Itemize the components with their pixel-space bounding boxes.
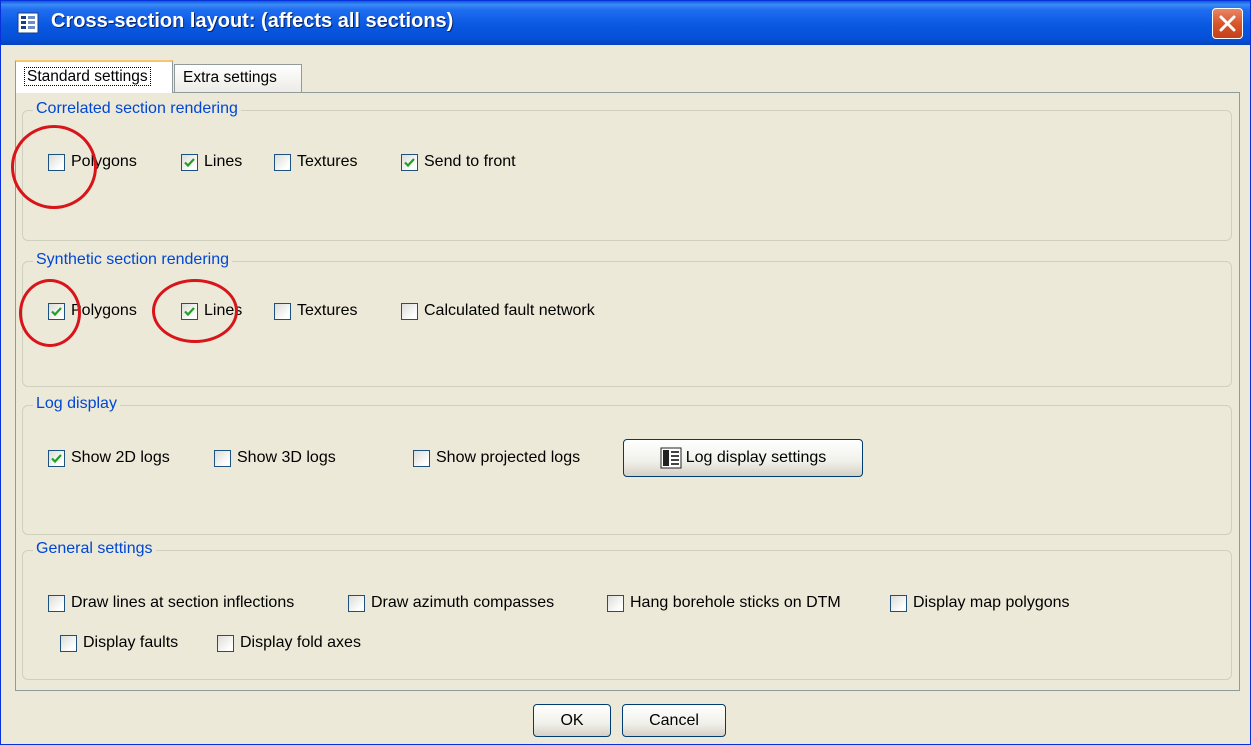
checkbox-box[interactable] <box>274 302 291 320</box>
checkbox-label: Lines <box>204 153 243 170</box>
close-icon <box>1219 15 1236 32</box>
synthetic-rendering-group: Synthetic section rendering Polygons Lin… <box>22 251 1232 387</box>
checkbox-box[interactable] <box>890 594 907 612</box>
ok-button[interactable]: OK <box>533 704 611 737</box>
general-settings-group: General settings Draw lines at section i… <box>22 540 1232 680</box>
tab-standard-settings[interactable]: Standard settings <box>15 60 173 93</box>
button-label: OK <box>560 711 584 729</box>
checkmark-icon <box>404 157 415 167</box>
show-3d-logs-checkbox[interactable]: Show 3D logs <box>214 447 336 469</box>
synthetic-lines-checkbox[interactable]: Lines <box>181 300 242 322</box>
hang-borehole-sticks-checkbox[interactable]: Hang borehole sticks on DTM <box>607 592 841 614</box>
checkmark-icon <box>51 306 62 316</box>
checkbox-label: Display map polygons <box>913 594 1070 611</box>
checkbox-label: Hang borehole sticks on DTM <box>630 594 841 611</box>
dialog-window: Cross-section layout: (affects all secti… <box>0 0 1251 745</box>
checkbox-box[interactable] <box>607 594 624 612</box>
checkbox-label: Lines <box>204 302 243 319</box>
checkbox-box[interactable] <box>60 634 77 652</box>
correlated-rendering-group: Correlated section rendering Polygons Li… <box>22 100 1232 241</box>
checkmark-icon <box>184 306 195 316</box>
settings-list-icon <box>660 447 682 469</box>
correlated-send-to-front-checkbox[interactable]: Send to front <box>401 151 516 173</box>
checkbox-box[interactable] <box>401 302 418 320</box>
checkbox-label: Textures <box>297 153 358 170</box>
group-legend: Synthetic section rendering <box>33 251 232 269</box>
display-faults-checkbox[interactable]: Display faults <box>60 632 178 654</box>
checkbox-box[interactable] <box>217 634 234 652</box>
group-legend: Correlated section rendering <box>33 100 241 118</box>
close-button[interactable] <box>1212 8 1243 39</box>
tab-panel: Correlated section rendering Polygons Li… <box>15 92 1240 691</box>
show-2d-logs-checkbox[interactable]: Show 2D logs <box>48 447 170 469</box>
button-label: Cancel <box>649 711 699 729</box>
draw-azimuth-compasses-checkbox[interactable]: Draw azimuth compasses <box>348 592 554 614</box>
checkbox-box[interactable] <box>48 449 65 467</box>
checkbox-box[interactable] <box>214 449 231 467</box>
checkbox-label: Polygons <box>71 153 137 170</box>
synthetic-polygons-checkbox[interactable]: Polygons <box>48 300 137 322</box>
tab-label: Standard settings <box>24 67 151 86</box>
checkbox-label: Display faults <box>83 634 179 651</box>
display-map-polygons-checkbox[interactable]: Display map polygons <box>890 592 1070 614</box>
tab-extra-settings[interactable]: Extra settings <box>174 64 302 92</box>
checkbox-box[interactable] <box>48 594 65 612</box>
tab-label: Extra settings <box>183 69 277 86</box>
checkbox-label: Show 2D logs <box>71 449 170 466</box>
checkbox-label: Calculated fault network <box>424 302 595 319</box>
checkbox-box[interactable] <box>413 449 430 467</box>
display-fold-axes-checkbox[interactable]: Display fold axes <box>217 632 361 654</box>
checkbox-label: Show 3D logs <box>237 449 336 466</box>
checkbox-box[interactable] <box>401 153 418 171</box>
checkbox-label: Draw azimuth compasses <box>371 594 555 611</box>
correlated-textures-checkbox[interactable]: Textures <box>274 151 357 173</box>
correlated-lines-checkbox[interactable]: Lines <box>181 151 242 173</box>
checkmark-icon <box>184 157 195 167</box>
checkbox-label: Display fold axes <box>240 634 361 651</box>
window-title: Cross-section layout: (affects all secti… <box>51 10 454 32</box>
checkbox-box[interactable] <box>181 302 198 320</box>
title-bar[interactable]: Cross-section layout: (affects all secti… <box>1 1 1250 45</box>
draw-lines-inflections-checkbox[interactable]: Draw lines at section inflections <box>48 592 294 614</box>
button-label: Log display settings <box>685 449 827 466</box>
group-legend: General settings <box>33 540 156 558</box>
checkmark-icon <box>51 453 62 463</box>
group-legend: Log display <box>33 395 120 413</box>
show-projected-logs-checkbox[interactable]: Show projected logs <box>413 447 580 469</box>
dialog-list-icon <box>17 12 39 34</box>
checkbox-box[interactable] <box>274 153 291 171</box>
synthetic-textures-checkbox[interactable]: Textures <box>274 300 357 322</box>
log-display-group: Log display Show 2D logs Show 3D logs Sh… <box>22 395 1232 535</box>
checkbox-label: Send to front <box>424 153 516 170</box>
checkbox-label: Polygons <box>71 302 137 319</box>
checkbox-label: Draw lines at section inflections <box>71 594 295 611</box>
correlated-polygons-checkbox[interactable]: Polygons <box>48 151 137 173</box>
checkbox-box[interactable] <box>348 594 365 612</box>
checkbox-box[interactable] <box>181 153 198 171</box>
synthetic-fault-network-checkbox[interactable]: Calculated fault network <box>401 300 595 322</box>
checkbox-label: Textures <box>297 302 358 319</box>
checkbox-label: Show projected logs <box>436 449 581 466</box>
checkbox-box[interactable] <box>48 153 65 171</box>
log-display-settings-button[interactable]: Log display settings <box>623 439 863 477</box>
checkbox-box[interactable] <box>48 302 65 320</box>
cancel-button[interactable]: Cancel <box>622 704 726 737</box>
